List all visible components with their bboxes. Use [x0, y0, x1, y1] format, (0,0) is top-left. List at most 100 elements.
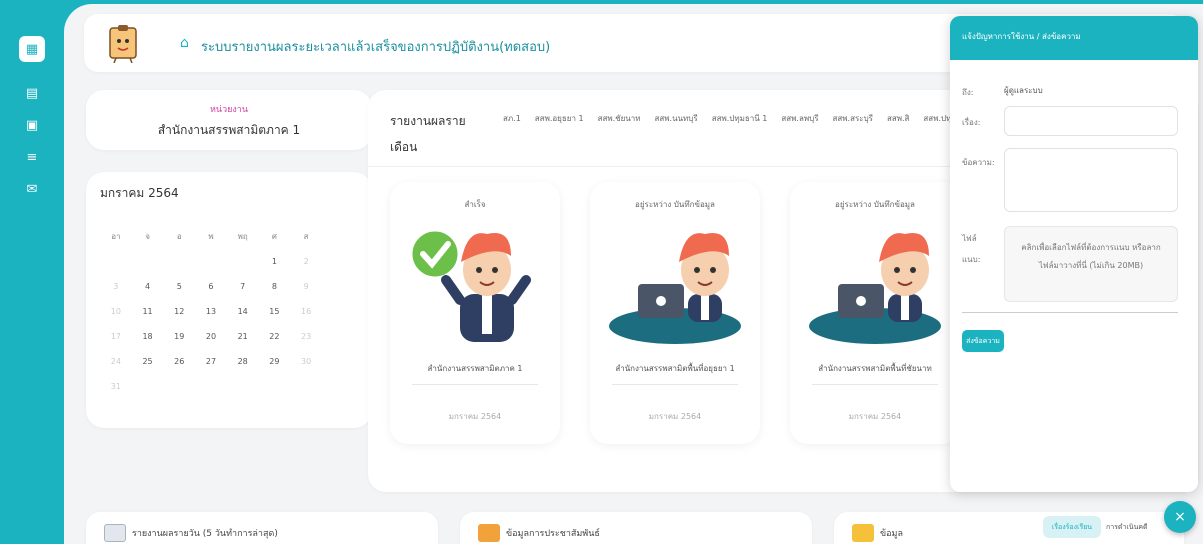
calendar-check-icon[interactable]: ▣ [19, 112, 45, 138]
calendar-day[interactable]: 21 [227, 324, 259, 349]
calendar-day[interactable]: 31 [100, 374, 132, 399]
weekday-header: พ [208, 232, 214, 241]
working-mascot-icon [608, 222, 742, 344]
report-title: รายงานผลราย เดือน [390, 114, 466, 154]
calendar-card: มกราคม 2564 อาจอพพฤศส 1 2 3 4 5 6 7 8 9 10 11 12 13 1… [86, 172, 372, 428]
complaint-tab[interactable]: เรื่องร้องเรียน [1043, 516, 1101, 538]
report-problem-panel: แจ้งปัญหาการใช้งาน / ส่งข้อความ ถึง: ผู้… [950, 16, 1198, 492]
calendar-day[interactable]: 8 [259, 274, 291, 299]
region-tab[interactable]: สสพ.ปทุมธานี 1 [712, 112, 768, 125]
info-title: ข้อมูล [880, 529, 904, 539]
calendar-day[interactable]: 29 [259, 349, 291, 374]
calendar-day[interactable]: 1 [259, 249, 291, 274]
status-card[interactable]: สำเร็จ สำนักงานสรรพสามิตภาค 1 มกราคม 2564 [390, 182, 560, 444]
calendar-day[interactable]: 20 [195, 324, 227, 349]
calendar-day[interactable]: 2 [290, 249, 322, 274]
calendar-day[interactable]: 7 [227, 274, 259, 299]
calendar-day [227, 374, 259, 399]
calendar-day[interactable]: 18 [132, 324, 164, 349]
status-label: อยู่ระหว่าง บันทึกข้อมูล [835, 200, 915, 209]
status-label: สำเร็จ [464, 200, 486, 209]
weekday-header: ศ [271, 232, 277, 241]
lawsuit-tab[interactable]: การดำเนินคดี [1106, 516, 1148, 538]
calendar-day[interactable]: 5 [163, 274, 195, 299]
calendar-day[interactable]: 3 [100, 274, 132, 299]
calendar-day[interactable]: 25 [132, 349, 164, 374]
calendar-day[interactable]: 23 [290, 324, 322, 349]
mail-icon[interactable]: ✉ [19, 176, 45, 202]
attach-label: ไฟล์ แนบ: [962, 234, 981, 264]
region-tab[interactable]: สสพ.นนทบุรี [655, 112, 698, 125]
calendar-day [100, 249, 132, 274]
status-card[interactable]: อยู่ระหว่าง บันทึกข้อมูลสำนักงานสรรพสามิ… [590, 182, 760, 444]
dashboard-icon[interactable]: ▦ [19, 36, 45, 62]
calendar-day[interactable]: 11 [132, 299, 164, 324]
calendar-icon [104, 524, 126, 542]
calendar-day[interactable]: 28 [227, 349, 259, 374]
side-rail: ▦ ▤ ▣ ≡ ✉ [0, 0, 64, 544]
calendar-day[interactable]: 6 [195, 274, 227, 299]
calendar-day[interactable]: 4 [132, 274, 164, 299]
calendar-icon[interactable]: ▤ [19, 80, 45, 106]
calendar-month: มกราคม 2564 [100, 186, 179, 200]
calendar-day [195, 374, 227, 399]
unit-card: หน่วยงาน สำนักงานสรรพสามิตภาค 1 [86, 90, 372, 150]
send-message-button[interactable]: ส่งข้อความ [962, 330, 1004, 352]
megaphone-icon [478, 524, 500, 542]
unit-value: สำนักงานสรรพสามิตภาค 1 [157, 123, 301, 137]
card-month: มกราคม 2564 [448, 412, 502, 421]
region-tab[interactable]: สสพ.สิ [887, 112, 909, 125]
app-title: ระบบรายงานผลระยะเวลาแล้วเสร็จของการปฏิบั… [201, 40, 551, 55]
status-card[interactable]: อยู่ระหว่าง บันทึกข้อมูลสำนักงานสรรพสามิ… [790, 182, 960, 444]
list-icon[interactable]: ≡ [19, 144, 45, 170]
calendar-day [163, 249, 195, 274]
calendar-day[interactable]: 19 [163, 324, 195, 349]
calendar-day[interactable]: 24 [100, 349, 132, 374]
region-tab[interactable]: สสพ.ลพบุรี [781, 112, 818, 125]
card-month: มกราคม 2564 [848, 412, 902, 421]
calendar-day[interactable]: 15 [259, 299, 291, 324]
calendar-day [132, 249, 164, 274]
unit-label: หน่วยงาน [209, 105, 248, 115]
calendar-day[interactable]: 14 [227, 299, 259, 324]
calendar-day[interactable]: 12 [163, 299, 195, 324]
daily-report-card: รายงานผลรายวัน (5 วันทำการล่าสุด) [86, 512, 438, 544]
to-label: ถึง: [962, 88, 974, 97]
calendar-day [132, 374, 164, 399]
unit-name: สำนักงานสรรพสามิตพื้นที่ชัยนาท [818, 364, 932, 373]
daily-report-title: รายงานผลรายวัน (5 วันทำการล่าสุด) [132, 529, 278, 539]
status-label: อยู่ระหว่าง บันทึกข้อมูล [635, 200, 715, 209]
close-icon[interactable]: × [1164, 501, 1196, 533]
home-icon[interactable]: ⌂ [180, 35, 189, 51]
region-tab[interactable]: สภ.1 [503, 112, 521, 125]
region-tab[interactable]: สสพ.ชัยนาท [598, 112, 641, 125]
notebook-icon [852, 524, 874, 542]
calendar-day[interactable]: 17 [100, 324, 132, 349]
message-label: ข้อความ: [962, 158, 995, 167]
calendar-day[interactable]: 10 [100, 299, 132, 324]
unit-name: สำนักงานสรรพสามิตพื้นที่อยุธยา 1 [615, 364, 735, 373]
calendar-day [163, 374, 195, 399]
calendar-grid: อาจอพพฤศส 1 2 3 4 5 6 7 8 9 10 11 12 13 14 15 16 17 18 19 2… [100, 224, 322, 399]
calendar-day[interactable]: 16 [290, 299, 322, 324]
pr-title: ข้อมูลการประชาสัมพันธ์ [506, 529, 600, 539]
calendar-day[interactable]: 22 [259, 324, 291, 349]
calendar-day[interactable]: 26 [163, 349, 195, 374]
to-value: ผู้ดูแลระบบ [1004, 86, 1043, 95]
calendar-day[interactable]: 27 [195, 349, 227, 374]
region-tab[interactable]: สสพ.อยุธยา 1 [535, 112, 584, 125]
calendar-day[interactable]: 30 [290, 349, 322, 374]
file-dropzone[interactable]: คลิกเพื่อเลือกไฟล์ที่ต้องการแนบ หรือลาก … [1004, 226, 1178, 302]
weekday-header: ส [303, 232, 309, 241]
panel-header: แจ้งปัญหาการใช้งาน / ส่งข้อความ [950, 16, 1198, 60]
region-tab[interactable]: สสพ.สระบุรี [833, 112, 873, 125]
working-mascot-icon [808, 222, 942, 344]
calendar-day[interactable]: 9 [290, 274, 322, 299]
calendar-day[interactable]: 13 [195, 299, 227, 324]
calendar-day [195, 249, 227, 274]
weekday-header: อ [176, 232, 182, 241]
success-mascot-icon [408, 222, 542, 344]
pr-card: ข้อมูลการประชาสัมพันธ์ [460, 512, 812, 544]
message-textarea[interactable] [1004, 148, 1178, 212]
subject-input[interactable] [1004, 106, 1178, 136]
